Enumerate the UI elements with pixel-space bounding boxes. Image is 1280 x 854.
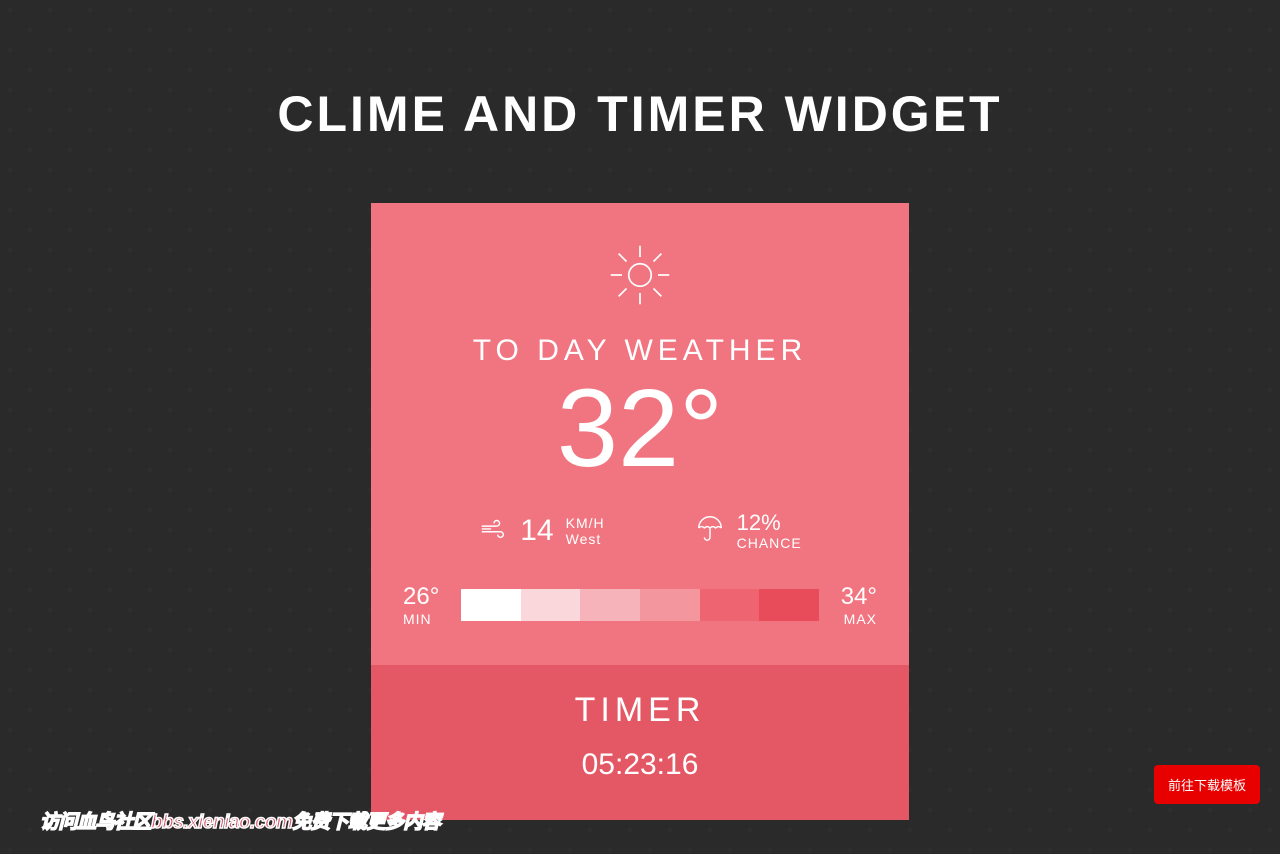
wind-stat: 14 KM/H West: [478, 510, 604, 551]
temperature-range: 26° MIN 34° MAX: [401, 583, 879, 627]
page-title: CLIME AND TIMER WIDGET: [0, 0, 1280, 143]
wind-direction: West: [566, 531, 605, 547]
min-label: MIN: [403, 611, 439, 627]
wind-value: 14: [520, 514, 553, 548]
max-label: MAX: [841, 611, 877, 627]
umbrella-icon: [695, 513, 725, 548]
timer-title: TIMER: [371, 691, 909, 730]
sun-icon: [401, 233, 879, 334]
temperature-gradient-bar: [461, 589, 818, 621]
min-temp-block: 26° MIN: [403, 583, 439, 627]
download-template-button[interactable]: 前往下载模板: [1154, 765, 1260, 804]
weather-stats-row: 14 KM/H West 12% CHANCE: [401, 510, 879, 551]
timer-value: 05:23:16: [371, 748, 909, 782]
rain-stat: 12% CHANCE: [695, 510, 802, 551]
rain-label: CHANCE: [737, 535, 802, 551]
max-temp-block: 34° MAX: [841, 583, 877, 627]
max-temp: 34°: [841, 583, 877, 611]
temperature-value: 32°: [401, 374, 879, 484]
watermark-text: 访问血鸟社区bbs.xieniao.com免费下载更多内容: [40, 807, 440, 834]
timer-section: TIMER 05:23:16: [371, 665, 909, 820]
min-temp: 26°: [403, 583, 439, 611]
wind-icon: [478, 513, 508, 548]
rain-percent: 12%: [737, 510, 802, 535]
wind-unit: KM/H: [566, 515, 605, 531]
weather-timer-widget: TO DAY WEATHER 32° 14 KM/H West 12%: [371, 203, 909, 820]
weather-section: TO DAY WEATHER 32° 14 KM/H West 12%: [371, 203, 909, 665]
today-weather-label: TO DAY WEATHER: [401, 334, 879, 368]
